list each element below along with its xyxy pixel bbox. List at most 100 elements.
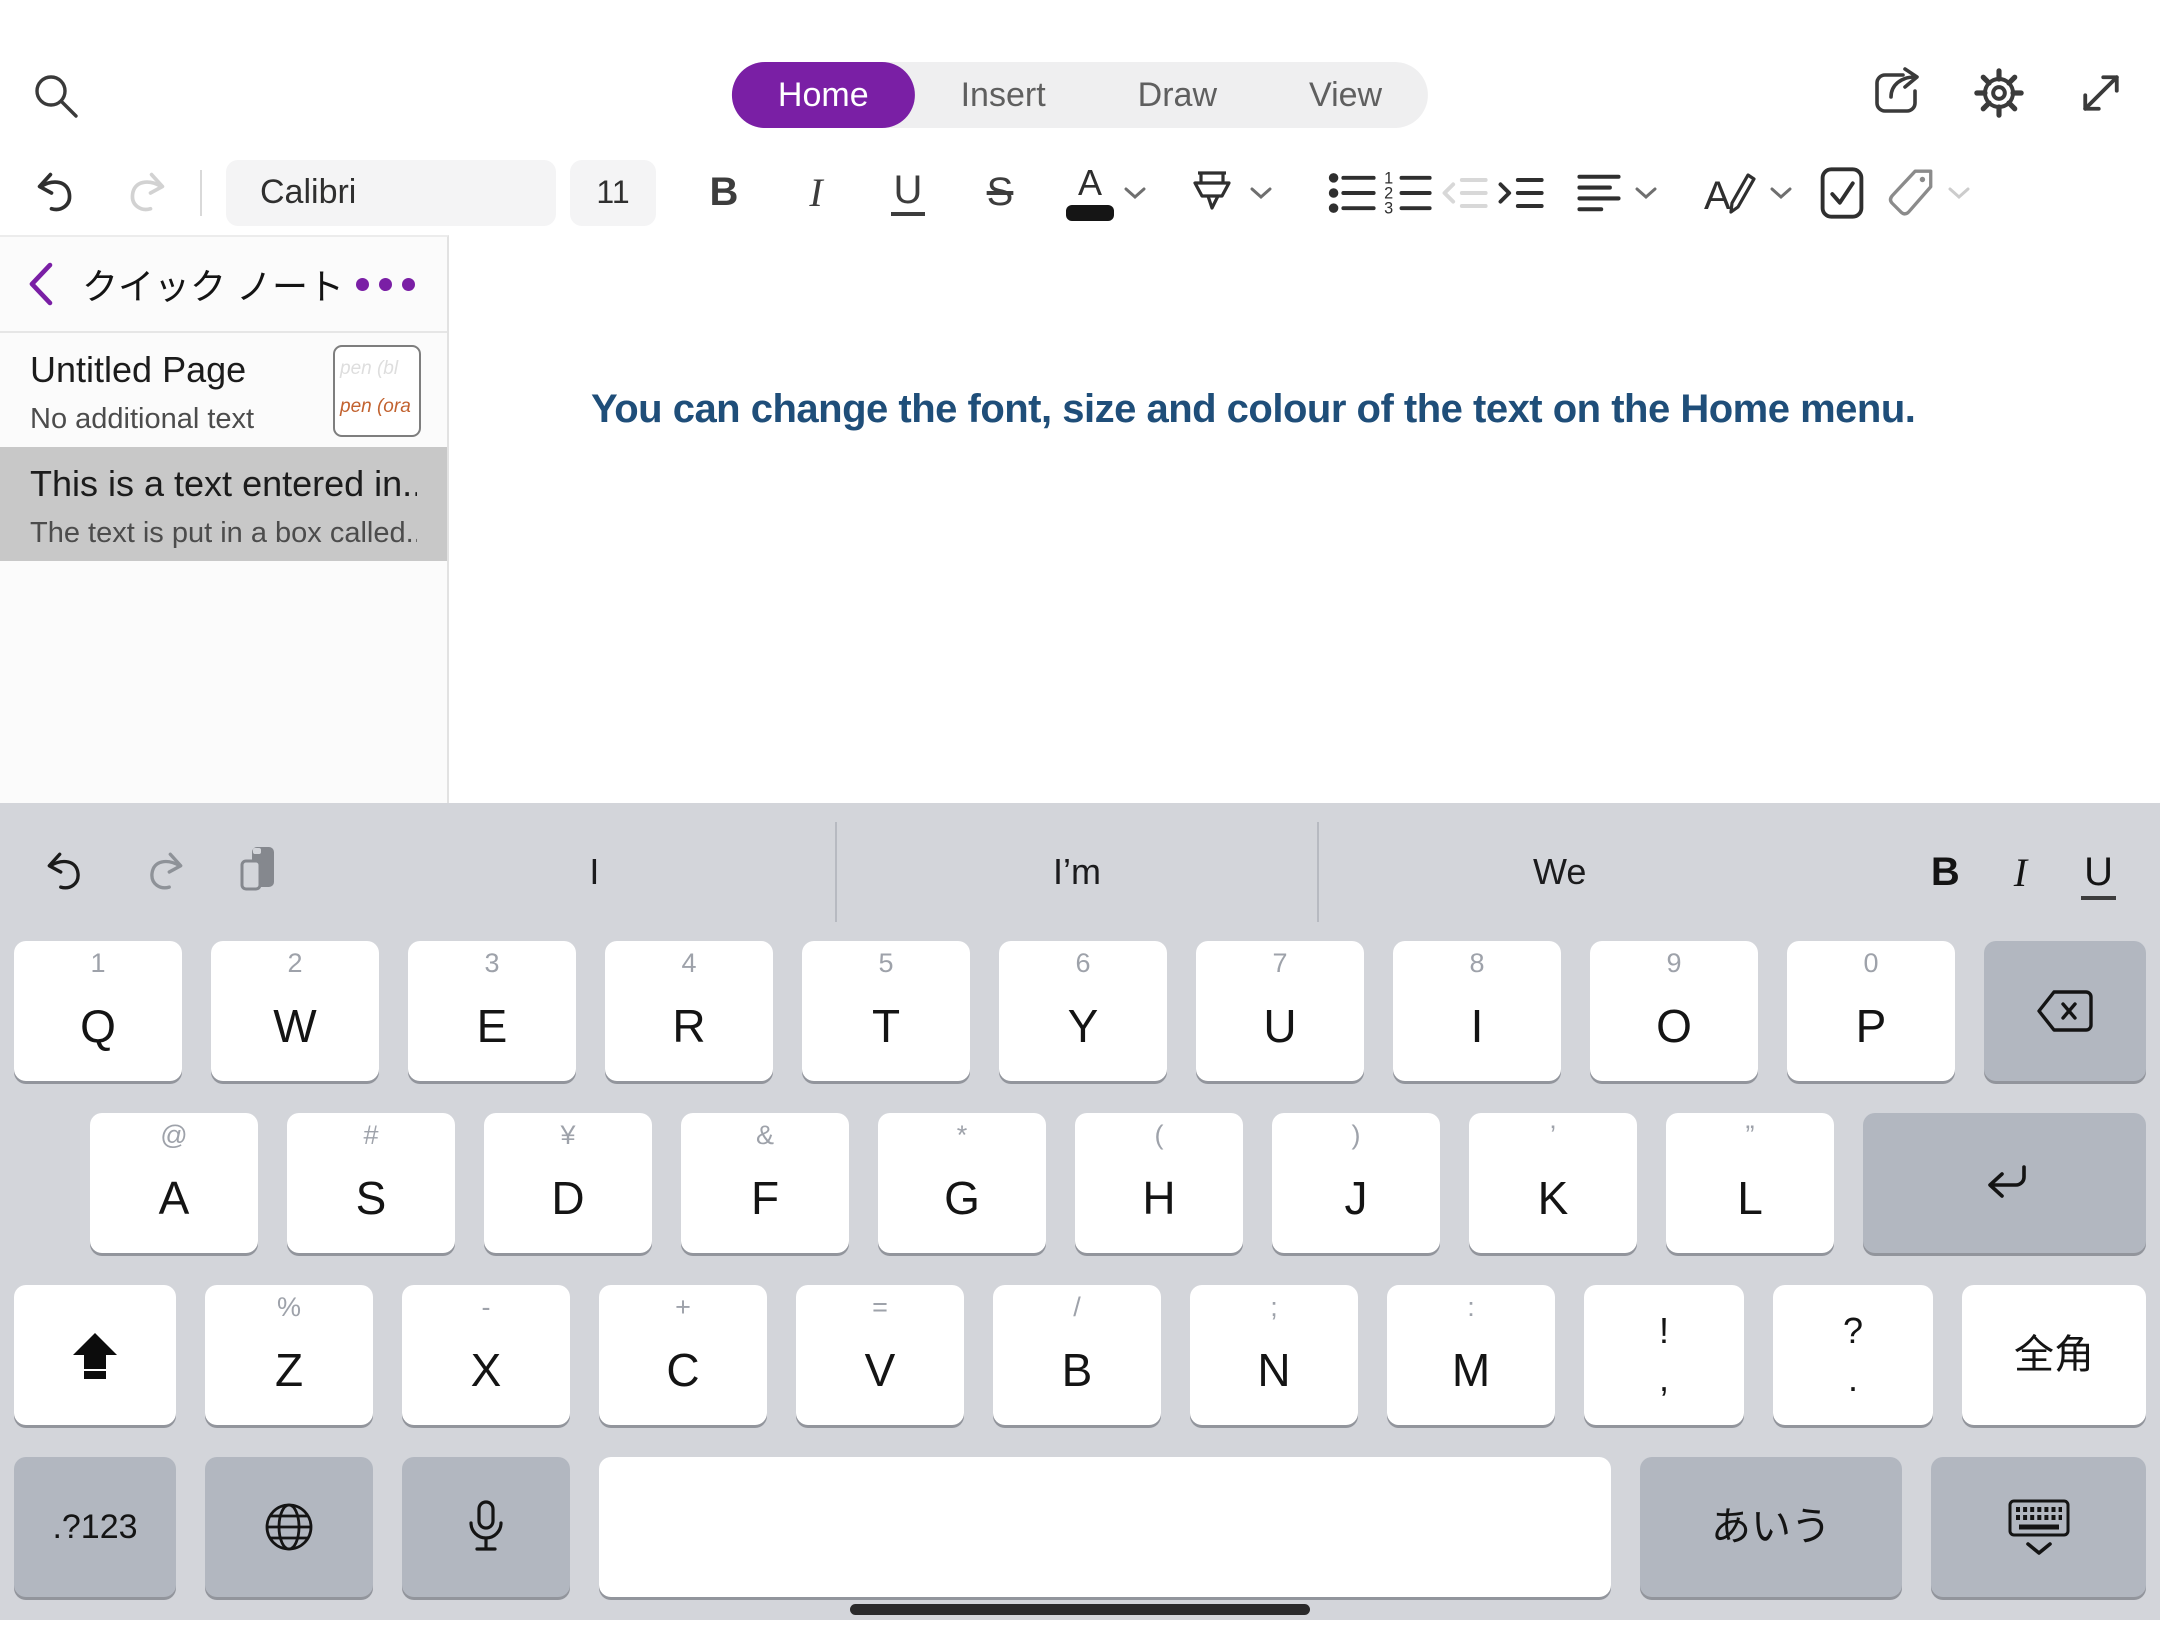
- fullscreen-button[interactable]: [2070, 62, 2132, 124]
- keyboard-underline-button[interactable]: U: [2081, 850, 2116, 895]
- undo-button[interactable]: [30, 162, 86, 224]
- expand-icon: [2074, 66, 2128, 120]
- key-k[interactable]: ’K: [1469, 1113, 1637, 1253]
- key-label: H: [1142, 1175, 1175, 1221]
- redo-button[interactable]: [116, 162, 172, 224]
- kana-key[interactable]: あいう: [1640, 1457, 1902, 1597]
- return-key[interactable]: [1863, 1113, 2146, 1253]
- font-size-select[interactable]: 11: [570, 160, 656, 226]
- more-options-button[interactable]: [356, 278, 421, 291]
- key-c[interactable]: +C: [599, 1285, 767, 1425]
- key-label: W: [273, 1003, 316, 1049]
- key-z[interactable]: %Z: [205, 1285, 373, 1425]
- key-y[interactable]: 6Y: [999, 941, 1167, 1081]
- undo-icon: [32, 167, 84, 219]
- key-w[interactable]: 2W: [211, 941, 379, 1081]
- page-list-item[interactable]: Untitled PageNo additional textpen (blpe…: [0, 333, 447, 447]
- key-label: M: [1452, 1347, 1490, 1393]
- keyboard-bold-button[interactable]: B: [1931, 850, 1960, 895]
- key-u[interactable]: 7U: [1196, 941, 1364, 1081]
- tab-draw[interactable]: Draw: [1092, 62, 1263, 128]
- key-v[interactable]: =V: [796, 1285, 964, 1425]
- backspace-key[interactable]: [1984, 941, 2146, 1081]
- space-key[interactable]: [599, 1457, 1611, 1597]
- globe-key[interactable]: [205, 1457, 373, 1597]
- key-j[interactable]: )J: [1272, 1113, 1440, 1253]
- key-f[interactable]: &F: [681, 1113, 849, 1253]
- font-name-select[interactable]: Calibri: [226, 160, 556, 226]
- outdent-button[interactable]: [1436, 162, 1492, 224]
- key-t[interactable]: 5T: [802, 941, 970, 1081]
- key-x[interactable]: -X: [402, 1285, 570, 1425]
- key-g[interactable]: *G: [878, 1113, 1046, 1253]
- page-list-item[interactable]: This is a text entered in...The text is …: [0, 447, 447, 561]
- dismiss-keyboard-key[interactable]: [1931, 1457, 2146, 1597]
- key-label: C: [666, 1347, 699, 1393]
- strikethrough-button[interactable]: S: [954, 162, 1046, 224]
- mic-key[interactable]: [402, 1457, 570, 1597]
- key-hint: 3: [408, 950, 576, 977]
- key-o[interactable]: 9O: [1590, 941, 1758, 1081]
- prediction-1[interactable]: I: [354, 851, 835, 893]
- key-label: R: [672, 1003, 705, 1049]
- key-hint: 7: [1196, 950, 1364, 977]
- tab-view[interactable]: View: [1263, 62, 1428, 128]
- prediction-3[interactable]: We: [1319, 851, 1800, 893]
- canvas-text[interactable]: You can change the font, size and colour…: [591, 387, 1915, 432]
- exclaim-comma-key[interactable]: !,: [1584, 1285, 1744, 1425]
- note-canvas[interactable]: You can change the font, size and colour…: [451, 235, 2160, 803]
- alignment-button[interactable]: [1548, 162, 1684, 224]
- key-a[interactable]: @A: [90, 1113, 258, 1253]
- highlight-button[interactable]: [1168, 162, 1290, 224]
- page-list: Untitled PageNo additional textpen (blpe…: [0, 333, 447, 561]
- underline-label: U: [891, 170, 926, 216]
- key-i[interactable]: 8I: [1393, 941, 1561, 1081]
- bold-button[interactable]: B: [678, 162, 770, 224]
- key-m[interactable]: :M: [1387, 1285, 1555, 1425]
- underline-button[interactable]: U: [862, 162, 954, 224]
- key-hint: 8: [1393, 950, 1561, 977]
- key-n[interactable]: ;N: [1190, 1285, 1358, 1425]
- prediction-2[interactable]: I’m: [837, 851, 1318, 893]
- question-period-key[interactable]: ?.: [1773, 1285, 1933, 1425]
- key-e[interactable]: 3E: [408, 941, 576, 1081]
- key-hint: *: [878, 1122, 1046, 1149]
- bullet-list-button[interactable]: [1324, 162, 1380, 224]
- todo-tag-button[interactable]: [1814, 162, 1870, 224]
- tab-bar: HomeInsertDrawView: [732, 62, 1428, 128]
- key-b[interactable]: /B: [993, 1285, 1161, 1425]
- font-size-value: 11: [596, 174, 629, 211]
- keyboard-redo-button[interactable]: [138, 847, 188, 897]
- key-label: V: [865, 1347, 896, 1393]
- key-label: S: [356, 1175, 387, 1221]
- shift-key[interactable]: [14, 1285, 176, 1425]
- font-color-button[interactable]: A: [1046, 162, 1168, 224]
- key-p[interactable]: 0P: [1787, 941, 1955, 1081]
- indent-button[interactable]: [1492, 162, 1548, 224]
- italic-button[interactable]: I: [770, 162, 862, 224]
- keyboard-format-buttons: BIU: [1931, 803, 2116, 941]
- toolbar-divider: [200, 170, 202, 216]
- symbols-key[interactable]: .?123: [14, 1457, 176, 1597]
- settings-button[interactable]: [1968, 62, 2030, 124]
- keyboard-italic-button[interactable]: I: [2014, 849, 2027, 896]
- tab-insert[interactable]: Insert: [915, 62, 1092, 128]
- styles-button[interactable]: A: [1684, 162, 1814, 224]
- back-button[interactable]: [26, 260, 70, 308]
- search-button[interactable]: [26, 66, 86, 126]
- key-r[interactable]: 4R: [605, 941, 773, 1081]
- key-d[interactable]: ¥D: [484, 1113, 652, 1253]
- key-s[interactable]: #S: [287, 1113, 455, 1253]
- tab-home[interactable]: Home: [732, 62, 915, 128]
- numbered-list-button[interactable]: 1 2 3: [1380, 162, 1436, 224]
- tag-button[interactable]: [1870, 162, 1986, 224]
- share-button[interactable]: [1866, 62, 1928, 124]
- keyboard-paste-button[interactable]: [234, 845, 282, 899]
- keyboard-undo-button[interactable]: [42, 847, 92, 897]
- home-indicator[interactable]: [850, 1604, 1310, 1615]
- key-h[interactable]: (H: [1075, 1113, 1243, 1253]
- key-l[interactable]: ”L: [1666, 1113, 1834, 1253]
- key-q[interactable]: 1Q: [14, 941, 182, 1081]
- fullwidth-key[interactable]: 全角: [1962, 1285, 2146, 1425]
- clipboard-paste-icon: [234, 845, 282, 899]
